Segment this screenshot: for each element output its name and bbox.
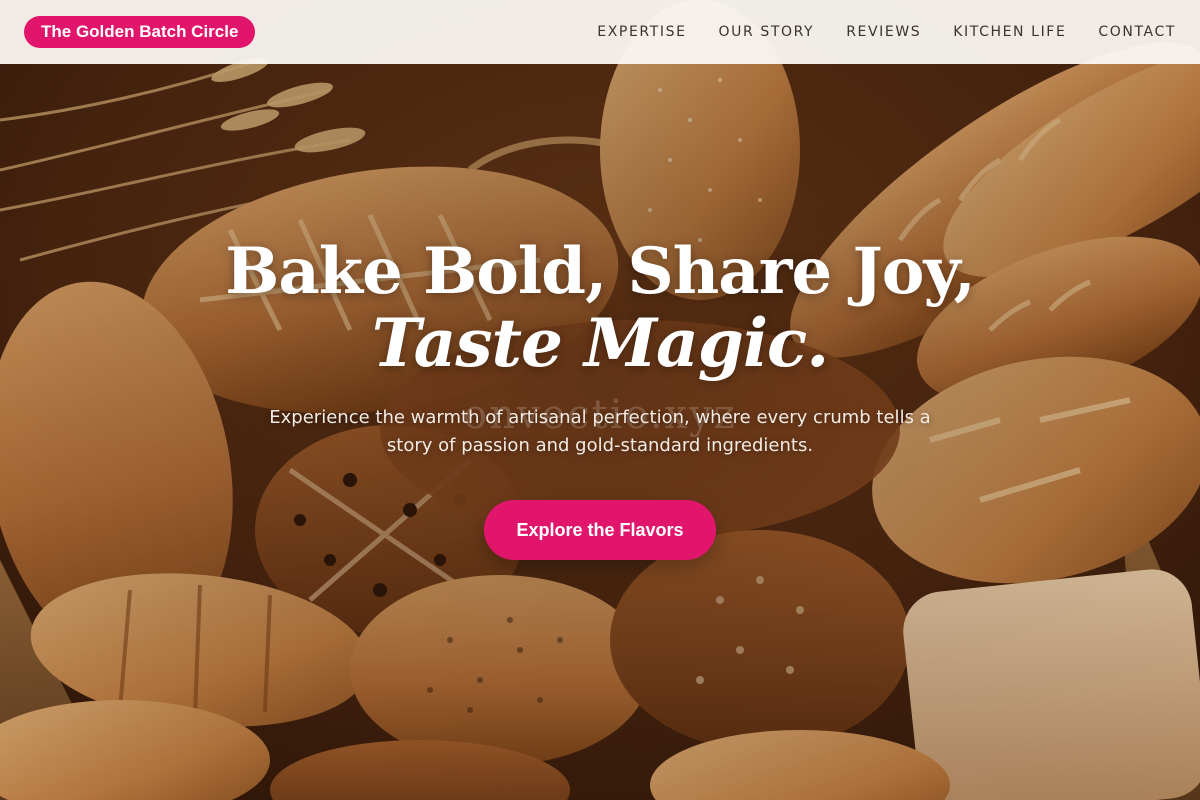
brand-logo[interactable]: The Golden Batch Circle <box>24 16 256 48</box>
page: The Golden Batch Circle EXPERTISE OUR ST… <box>0 0 1200 800</box>
site-header: The Golden Batch Circle EXPERTISE OUR ST… <box>0 0 1200 64</box>
hero-headline-line2: Taste Magic. <box>371 304 829 382</box>
nav-link-kitchen-life[interactable]: KITCHEN LIFE <box>953 24 1066 40</box>
hero-subtitle: Experience the warmth of artisanal perfe… <box>269 407 931 456</box>
hero-section: Bake Bold, Share Joy, Taste Magic. Exper… <box>0 236 1200 560</box>
main-nav: EXPERTISE OUR STORY REVIEWS KITCHEN LIFE… <box>597 24 1176 40</box>
hero-headline: Bake Bold, Share Joy, Taste Magic. <box>0 234 1200 382</box>
nav-link-contact[interactable]: CONTACT <box>1098 24 1176 40</box>
nav-link-expertise[interactable]: EXPERTISE <box>597 24 686 40</box>
explore-flavors-button[interactable]: Explore the Flavors <box>484 500 716 560</box>
hero-headline-line1: Bake Bold, Share Joy, <box>225 234 976 309</box>
nav-link-reviews[interactable]: REVIEWS <box>846 24 921 40</box>
nav-link-our-story[interactable]: OUR STORY <box>719 24 815 40</box>
